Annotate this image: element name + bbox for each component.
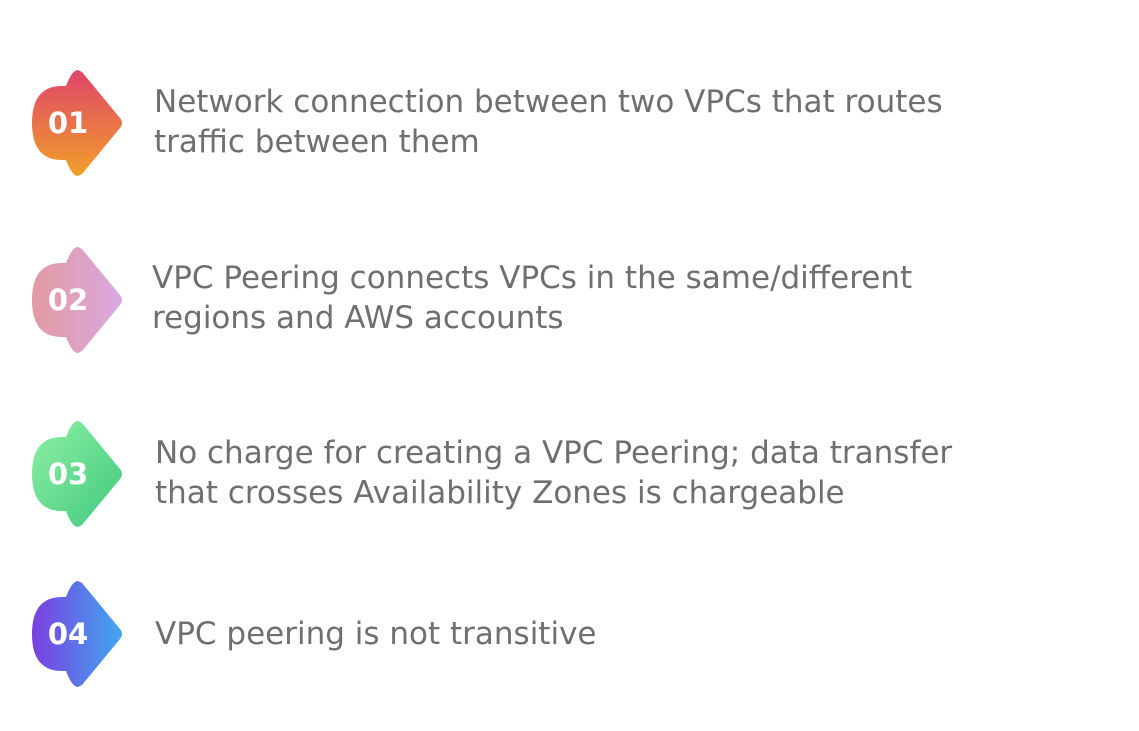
- badge-1: 01: [28, 66, 126, 180]
- item-text-line-1: VPC Peering connects VPCs in the same/di…: [152, 260, 913, 296]
- badge-number: 03: [47, 457, 89, 491]
- item-description: VPC peering is not transitive: [155, 614, 1055, 654]
- item-text-line-1: VPC peering is not transitive: [155, 616, 597, 652]
- item-text-line-2: that crosses Availability Zones is charg…: [155, 475, 845, 511]
- item-description: VPC Peering connects VPCs in the same/di…: [152, 258, 1052, 338]
- item-description: Network connection between two VPCs that…: [154, 82, 1054, 162]
- item-text-line-1: Network connection between two VPCs that…: [154, 84, 943, 120]
- badge-number: 04: [47, 617, 89, 651]
- item-text-line-1: No charge for creating a VPC Peering; da…: [155, 435, 953, 471]
- badge-2: 02: [28, 243, 126, 357]
- badge-number: 02: [47, 283, 89, 317]
- badge-3: 03: [28, 417, 126, 531]
- item-text-line-2: traffic between them: [154, 124, 480, 160]
- item-text-line-2: regions and AWS accounts: [152, 300, 564, 336]
- badge-number: 01: [47, 106, 89, 140]
- badge-4: 04: [28, 577, 126, 691]
- item-description: No charge for creating a VPC Peering; da…: [155, 433, 1055, 513]
